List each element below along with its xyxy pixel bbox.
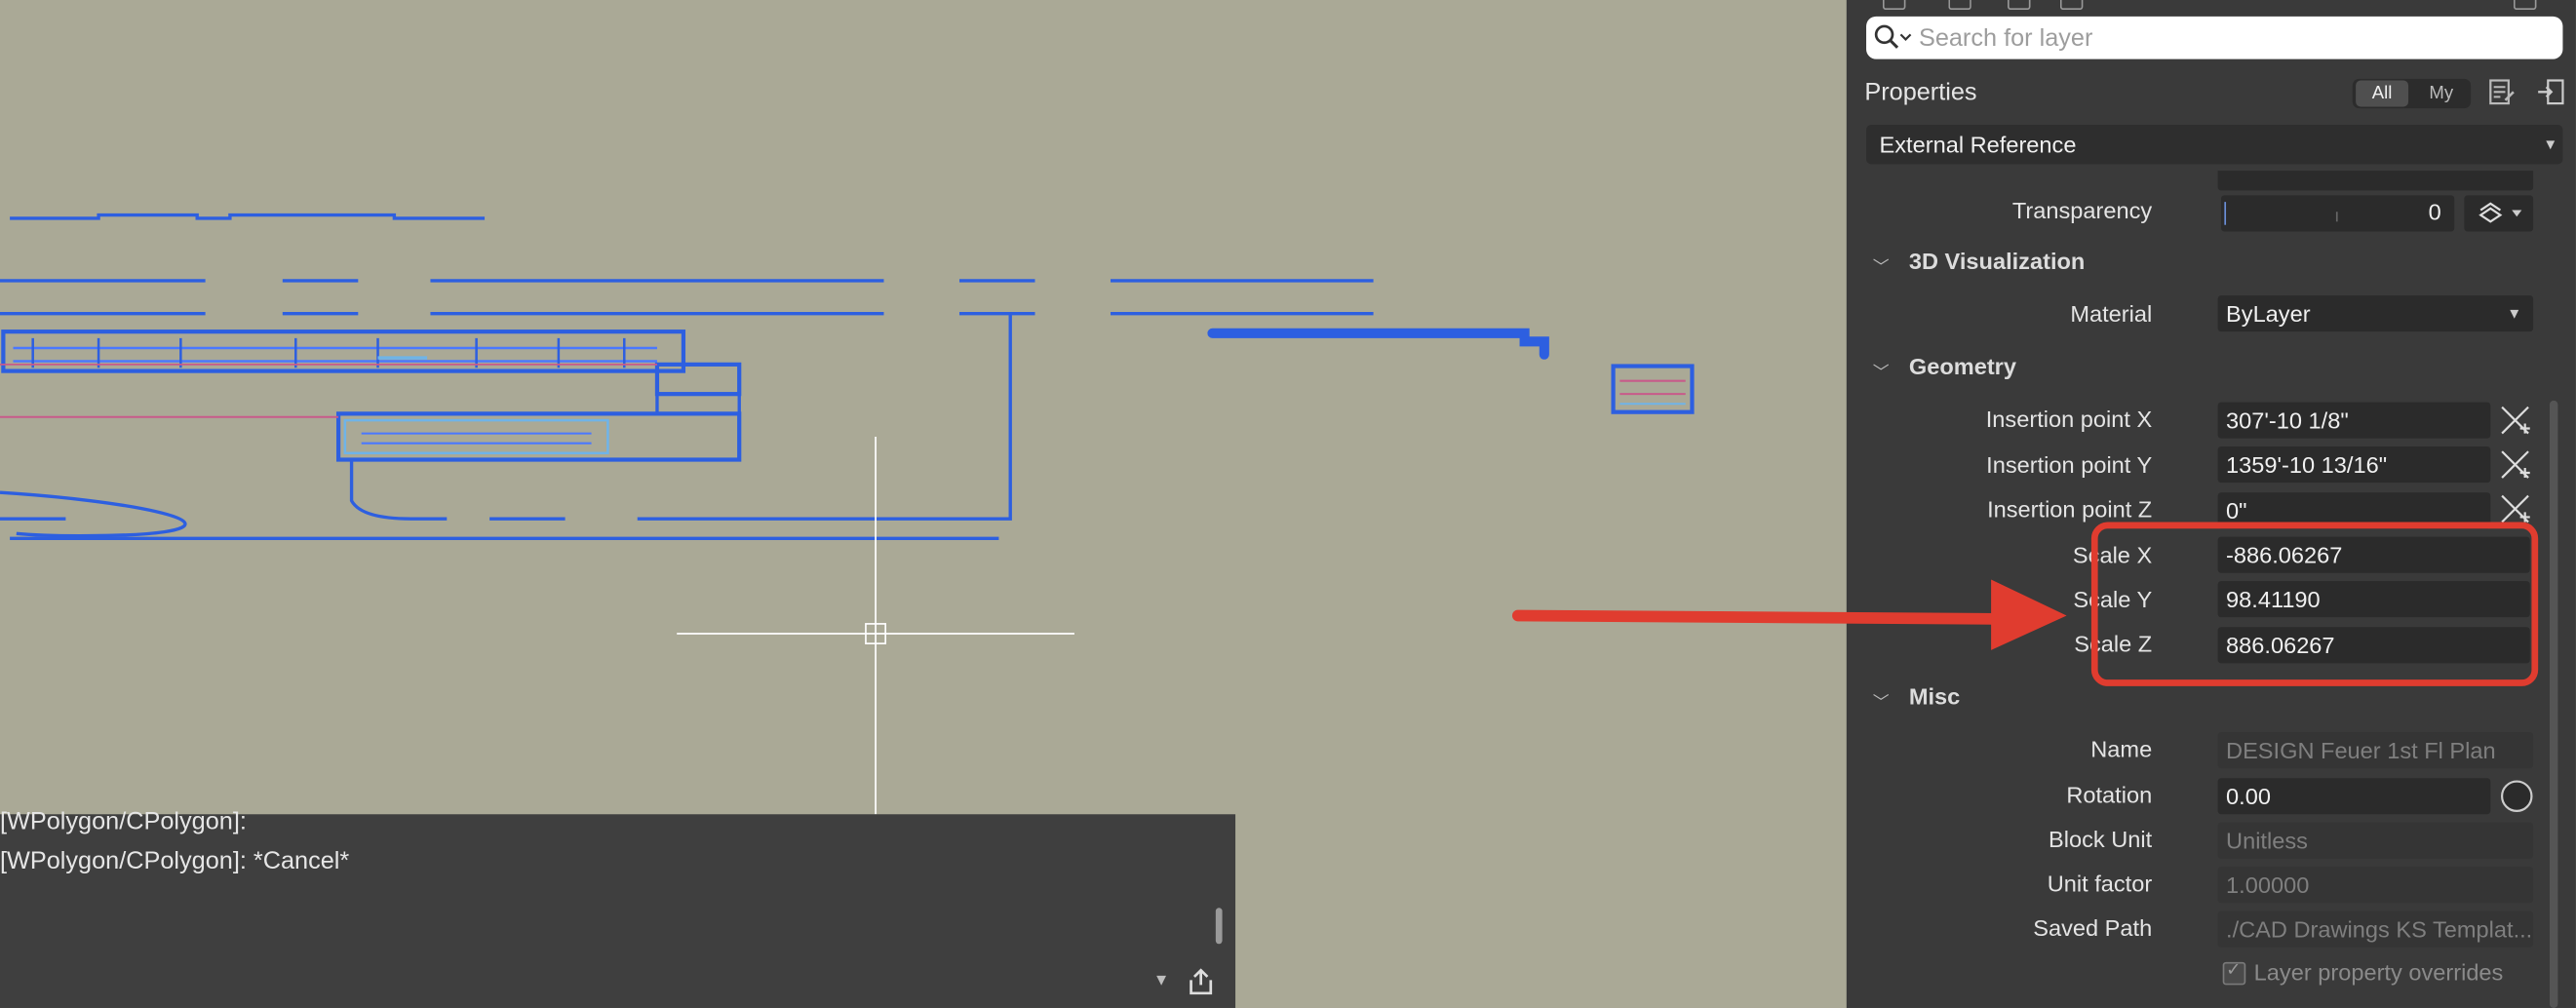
chevron-down-icon: ▼ <box>2507 305 2522 323</box>
share-icon[interactable] <box>1186 967 1215 996</box>
name-field: DESIGN Feuer 1st Fl Plan <box>2217 732 2534 769</box>
pick-point-icon[interactable] <box>2499 492 2532 525</box>
pick-point-icon[interactable] <box>2499 448 2532 482</box>
pick-point-icon[interactable] <box>2499 404 2532 437</box>
layer-overrides-checkbox[interactable]: ✓ <box>2222 960 2246 986</box>
object-type-value: External Reference <box>1879 131 2077 158</box>
app-window: [WPolygon/CPolygon]: [WPolygon/CPolygon]… <box>0 0 2576 1008</box>
search-icon[interactable] <box>1873 23 1916 53</box>
insertion-y-field[interactable]: 1359'-10 13/16" <box>2217 446 2491 484</box>
insertion-z-field[interactable]: 0" <box>2217 492 2491 529</box>
rotation-label: Rotation <box>2066 781 2153 808</box>
filter-all-button[interactable]: All <box>2356 80 2409 107</box>
block-unit-field: Unitless <box>2217 822 2534 859</box>
scale-x-field[interactable]: -886.06267 <box>2217 536 2530 573</box>
slider-marker <box>2224 202 2227 225</box>
insertion-y-label: Insertion point Y <box>1986 451 2153 479</box>
transparency-layer-button[interactable] <box>2464 195 2534 232</box>
command-scrollbar[interactable] <box>1215 908 1223 945</box>
transparency-label: Transparency <box>2011 197 2153 224</box>
scale-x-label: Scale X <box>2072 541 2153 568</box>
search-input[interactable] <box>1918 16 2544 59</box>
section-geometry[interactable]: Geometry <box>1909 353 2016 379</box>
filter-segmented-control: All My <box>2352 78 2472 109</box>
toolbar-icon[interactable] <box>2007 0 2031 11</box>
chevron-down-icon[interactable]: ﹀ <box>1873 688 1890 713</box>
toolbar-icon[interactable] <box>1882 0 1906 11</box>
command-line[interactable]: [WPolygon/CPolygon]: [WPolygon/CPolygon]… <box>0 808 1236 1008</box>
layers-icon <box>2478 202 2522 223</box>
command-history-line: [WPolygon/CPolygon]: <box>0 807 247 836</box>
quick-select-icon[interactable] <box>2487 77 2517 106</box>
properties-title: Properties <box>1864 78 1977 107</box>
object-type-select[interactable]: External Reference ▼ <box>1866 124 2563 165</box>
pin-panel-icon[interactable] <box>2536 77 2565 106</box>
insertion-x-field[interactable]: 307'-10 1/8" <box>2217 402 2491 439</box>
toolbar-icon[interactable] <box>2513 0 2537 11</box>
chevron-down-icon[interactable]: ﹀ <box>1873 358 1890 383</box>
insertion-x-label: Insertion point X <box>1985 405 2153 432</box>
properties-scrollbar[interactable] <box>2549 400 2558 1008</box>
block-unit-label: Block Unit <box>2049 826 2153 852</box>
hidden-row-field[interactable] <box>2217 171 2534 191</box>
section-3d-visualization[interactable]: 3D Visualization <box>1909 248 2085 274</box>
material-label: Material <box>2070 300 2153 328</box>
name-label: Name <box>2090 735 2153 762</box>
rotation-field[interactable]: 0.00 <box>2217 778 2491 815</box>
transparency-slider[interactable]: 0 <box>2220 195 2455 232</box>
stage: [WPolygon/CPolygon]: [WPolygon/CPolygon]… <box>0 0 2576 1008</box>
scale-z-field[interactable]: 886.06267 <box>2217 627 2530 664</box>
scale-y-label: Scale Y <box>2073 586 2153 613</box>
checkmark-icon: ✓ <box>2226 960 2242 981</box>
chevron-down-icon[interactable]: ﹀ <box>1873 252 1890 278</box>
toolbar-icon[interactable] <box>2059 0 2084 11</box>
unit-factor-field: 1.00000 <box>2217 867 2534 904</box>
panel-toolbar <box>1847 0 2576 13</box>
chevron-down-icon: ▼ <box>2543 136 2558 153</box>
material-select[interactable]: ByLayer ▼ <box>2217 295 2534 332</box>
properties-list: Transparency 0 ﹀ 3D Visualization Materi… <box>1847 171 2576 1008</box>
saved-path-label: Saved Path <box>2033 913 2153 941</box>
scale-y-field[interactable]: 98.41190 <box>2217 581 2530 618</box>
material-value: ByLayer <box>2226 300 2311 328</box>
toolbar-icon[interactable] <box>1948 0 1971 11</box>
insertion-z-label: Insertion point Z <box>1987 495 2153 523</box>
properties-panel: Properties All My External Reference ▼ T… <box>1846 0 2576 1008</box>
transparency-value: 0 <box>2428 198 2441 225</box>
command-history-line: [WPolygon/CPolygon]: *Cancel* <box>0 846 350 875</box>
layer-search-box[interactable] <box>1866 16 2563 59</box>
crosshair-cursor <box>677 436 1074 815</box>
slider-tick <box>2335 212 2338 222</box>
rotation-dial-icon[interactable] <box>2499 778 2535 814</box>
command-history-dropdown-icon[interactable]: ▼ <box>1153 972 1170 990</box>
scale-z-label: Scale Z <box>2074 630 2153 657</box>
section-misc[interactable]: Misc <box>1909 683 1960 710</box>
filter-my-button[interactable]: My <box>2415 81 2468 107</box>
saved-path-field: ./CAD Drawings KS Templat... <box>2217 911 2534 948</box>
layer-overrides-label: Layer property overrides <box>2253 958 2504 986</box>
unit-factor-label: Unit factor <box>2047 870 2153 897</box>
